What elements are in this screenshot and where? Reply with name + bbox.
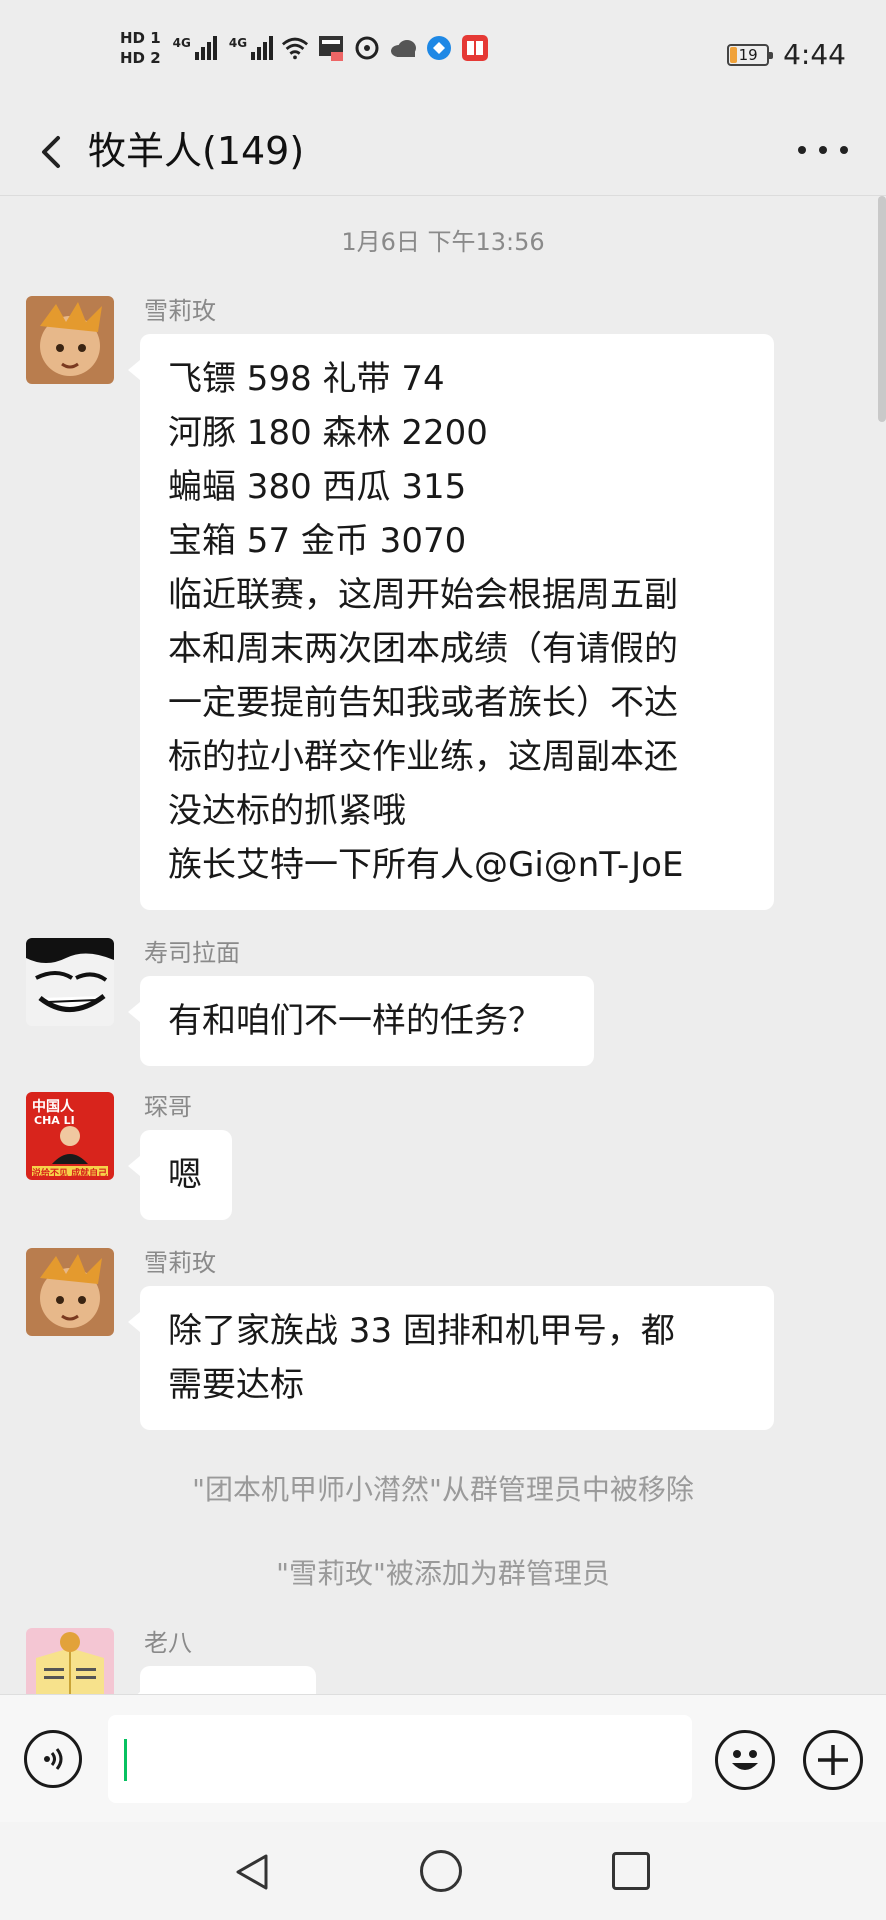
clock: 4:44: [783, 38, 846, 71]
voice-input-button[interactable]: [24, 1730, 82, 1788]
more-options-button[interactable]: [798, 130, 848, 170]
battery-icon: 19: [727, 43, 774, 66]
browser-app-icon: [425, 34, 453, 62]
signal-2-icon: 4G: [228, 36, 274, 60]
message-item: 中国人 CHA LI 说给不见 成就自己 琛哥 嗯: [26, 1092, 846, 1228]
chat-header: 牧羊人(149): [0, 110, 886, 196]
back-button[interactable]: [30, 120, 80, 180]
dot-icon: [798, 146, 806, 154]
scrollbar[interactable]: [878, 196, 886, 422]
avatar-xueli[interactable]: [26, 1248, 114, 1336]
hd1-label: HD 1: [120, 29, 161, 47]
hd2-label: HD 2: [120, 49, 161, 67]
notification-app-icon: [317, 34, 345, 62]
system-message: "雪莉玫"被添加为群管理员: [276, 1557, 610, 1590]
reader-app-icon: [461, 34, 489, 62]
input-bar: [0, 1694, 886, 1823]
sender-name: 雪莉玫: [144, 297, 216, 325]
net2-label: 4G: [228, 36, 248, 50]
avatar-slogan-text: 说给不见 成就自己: [32, 1169, 108, 1179]
message-bubble[interactable]: 飞镖 598 礼带 74 河豚 180 森林 2200 蝙蝠 380 西瓜 31…: [128, 334, 774, 910]
system-message: "团本机甲师小潸然"从群管理员中被移除: [192, 1473, 694, 1506]
message-bubble[interactable]: 除了家族战 33 固排和机甲号，都 需要达标: [128, 1286, 774, 1430]
nav-home-button[interactable]: [420, 1850, 462, 1892]
emoji-button[interactable]: [715, 1730, 775, 1790]
message-item: 老八: [26, 1628, 846, 1694]
avatar-shousi[interactable]: [26, 938, 114, 1026]
system-nav-bar: [0, 1822, 886, 1920]
message-bubble[interactable]: 嗯: [128, 1130, 232, 1220]
status-icons-right: 19 4:44: [727, 38, 846, 71]
wifi-icon: [281, 34, 309, 62]
nav-back-button[interactable]: [230, 1850, 274, 1898]
triangle-back-icon: [236, 1854, 268, 1890]
avatar-chenge[interactable]: 中国人 CHA LI 说给不见 成就自己: [26, 1092, 114, 1180]
dot-icon: [819, 146, 827, 154]
status-icons-left: HD 1 HD 2 4G 4G: [120, 28, 489, 68]
message-timestamp: 1月6日 下午13:56: [341, 228, 545, 256]
message-bubble[interactable]: [128, 1666, 316, 1694]
sender-name: 雪莉玫: [144, 1249, 216, 1277]
sender-name: 老八: [144, 1629, 192, 1657]
message-list[interactable]: 1月6日 下午13:56 雪莉玫 飞镖 598 礼带 74 河豚 180 森林 …: [0, 196, 886, 1694]
avatar-xueli[interactable]: [26, 296, 114, 384]
smiley-icon: [732, 1750, 758, 1770]
avatar-laoba[interactable]: [26, 1628, 114, 1694]
battery-level: 19: [738, 45, 758, 64]
sender-name: 琛哥: [144, 1093, 192, 1121]
sender-name: 寿司拉面: [144, 939, 240, 967]
message-item: 雪莉玫 飞镖 598 礼带 74 河豚 180 森林 2200 蝙蝠 380 西…: [26, 296, 846, 916]
net1-label: 4G: [172, 36, 191, 50]
dot-icon: [840, 146, 848, 154]
plus-icon: [818, 1745, 848, 1775]
message-item: 雪莉玫 除了家族战 33 固排和机甲号，都 需要达标: [26, 1248, 846, 1430]
voice-icon: [44, 1748, 63, 1770]
chevron-left-icon: [42, 136, 60, 168]
message-input[interactable]: [108, 1715, 692, 1803]
signal-1-icon: 4G: [173, 36, 217, 60]
more-functions-button[interactable]: [803, 1730, 863, 1790]
hd-indicator: HD 1 HD 2: [120, 28, 161, 68]
status-bar: HD 1 HD 2 4G 4G 19 4:44: [0, 0, 886, 110]
text-caret: [124, 1739, 127, 1781]
nav-recents-button[interactable]: [612, 1852, 650, 1890]
cloud-icon: [389, 34, 417, 62]
message-bubble[interactable]: 有和咱们不一样的任务？: [128, 976, 594, 1066]
chat-title: 牧羊人(149): [88, 129, 305, 173]
music-app-icon: [353, 34, 381, 62]
message-item: 寿司拉面 有和咱们不一样的任务？: [26, 938, 846, 1074]
